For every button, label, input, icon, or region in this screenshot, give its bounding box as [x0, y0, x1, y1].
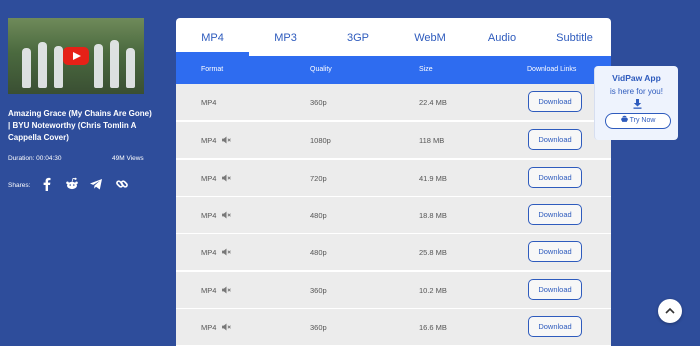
muted-icon — [222, 286, 232, 294]
muted-icon — [222, 174, 232, 182]
video-title: Amazing Grace (My Chains Are Gone) | BYU… — [8, 109, 152, 142]
header-size: Size — [419, 66, 433, 73]
header-download-links: Download Links — [527, 66, 577, 73]
tab-webm[interactable]: WebM — [394, 18, 466, 56]
try-now-label: Try Now — [629, 117, 656, 124]
table-row: MP4 480p 18.8 MB Download — [176, 197, 611, 234]
row-format: MP4 — [201, 286, 232, 295]
tab-mp3[interactable]: MP3 — [249, 18, 322, 56]
muted-icon — [222, 211, 232, 219]
download-button[interactable]: Download — [528, 204, 582, 225]
thumbnail-figure — [38, 42, 47, 88]
thumbnail-figure — [110, 40, 119, 88]
app-promo: VidPaw App is here for you! Try Now — [594, 66, 678, 140]
row-size: 18.8 MB — [419, 211, 447, 220]
table-row: MP4 360p 10.2 MB Download — [176, 272, 611, 309]
download-button[interactable]: Download — [528, 279, 582, 300]
format-tabs: MP4 MP3 3GP WebM Audio Subtitle — [176, 18, 611, 56]
row-size: 16.6 MB — [419, 323, 447, 332]
download-button[interactable]: Download — [528, 129, 582, 150]
android-icon — [620, 115, 628, 122]
video-views: 49M Views — [112, 155, 144, 162]
row-size: 41.9 MB — [419, 174, 447, 183]
row-size: 25.8 MB — [419, 248, 447, 257]
row-quality: 1080p — [310, 136, 331, 145]
row-quality: 360p — [310, 98, 327, 107]
video-duration: Duration: 00:04:30 — [8, 155, 62, 162]
facebook-icon[interactable] — [40, 177, 54, 191]
download-button[interactable]: Download — [528, 167, 582, 188]
row-format: MP4 — [201, 211, 232, 220]
download-button[interactable]: Download — [528, 91, 582, 112]
promo-title: VidPaw App — [612, 73, 661, 83]
row-format: MP4 — [201, 98, 217, 107]
row-quality: 360p — [310, 286, 327, 295]
download-panel: MP4 MP3 3GP WebM Audio Subtitle Format Q… — [176, 18, 611, 346]
table-row: MP4 1080p 118 MB Download — [176, 122, 611, 159]
row-quality: 480p — [310, 248, 327, 257]
play-icon[interactable] — [63, 47, 89, 65]
telegram-icon[interactable] — [89, 177, 103, 191]
link-icon[interactable] — [115, 177, 129, 191]
header-quality: Quality — [310, 66, 332, 73]
download-button[interactable]: Download — [528, 241, 582, 262]
muted-icon — [222, 136, 232, 144]
muted-icon — [222, 248, 232, 256]
promo-subtitle: is here for you! — [610, 87, 663, 96]
scroll-to-top-button[interactable] — [658, 299, 682, 323]
thumbnail-figure — [94, 44, 103, 88]
row-quality: 480p — [310, 211, 327, 220]
video-thumbnail[interactable] — [8, 18, 144, 94]
tab-mp4[interactable]: MP4 — [176, 18, 249, 56]
row-size: 10.2 MB — [419, 286, 447, 295]
row-quality: 720p — [310, 174, 327, 183]
table-row: MP4 480p 25.8 MB Download — [176, 234, 611, 271]
tab-audio[interactable]: Audio — [466, 18, 538, 56]
chevron-up-icon — [665, 307, 675, 314]
thumbnail-figure — [22, 48, 31, 88]
table-row: MP4 360p 22.4 MB Download — [176, 84, 611, 121]
row-format: MP4 — [201, 323, 232, 332]
row-format: MP4 — [201, 248, 232, 257]
row-format: MP4 — [201, 136, 232, 145]
muted-icon — [222, 323, 232, 331]
row-size: 118 MB — [419, 136, 445, 145]
tab-subtitle[interactable]: Subtitle — [538, 18, 611, 56]
row-format: MP4 — [201, 174, 232, 183]
try-now-button[interactable]: Try Now — [605, 113, 671, 129]
reddit-icon[interactable] — [65, 177, 79, 191]
header-format: Format — [201, 66, 224, 73]
shares-label: Shares: — [8, 182, 31, 189]
thumbnail-figure — [54, 46, 63, 88]
download-icon — [633, 99, 642, 109]
table-header: Format Quality Size Download Links — [176, 56, 611, 84]
table-row: MP4 360p 16.6 MB Download — [176, 309, 611, 346]
download-button[interactable]: Download — [528, 316, 582, 337]
tab-3gp[interactable]: 3GP — [322, 18, 394, 56]
thumbnail-figure — [126, 48, 135, 88]
row-quality: 360p — [310, 323, 327, 332]
table-row: MP4 720p 41.9 MB Download — [176, 160, 611, 197]
row-size: 22.4 MB — [419, 98, 447, 107]
